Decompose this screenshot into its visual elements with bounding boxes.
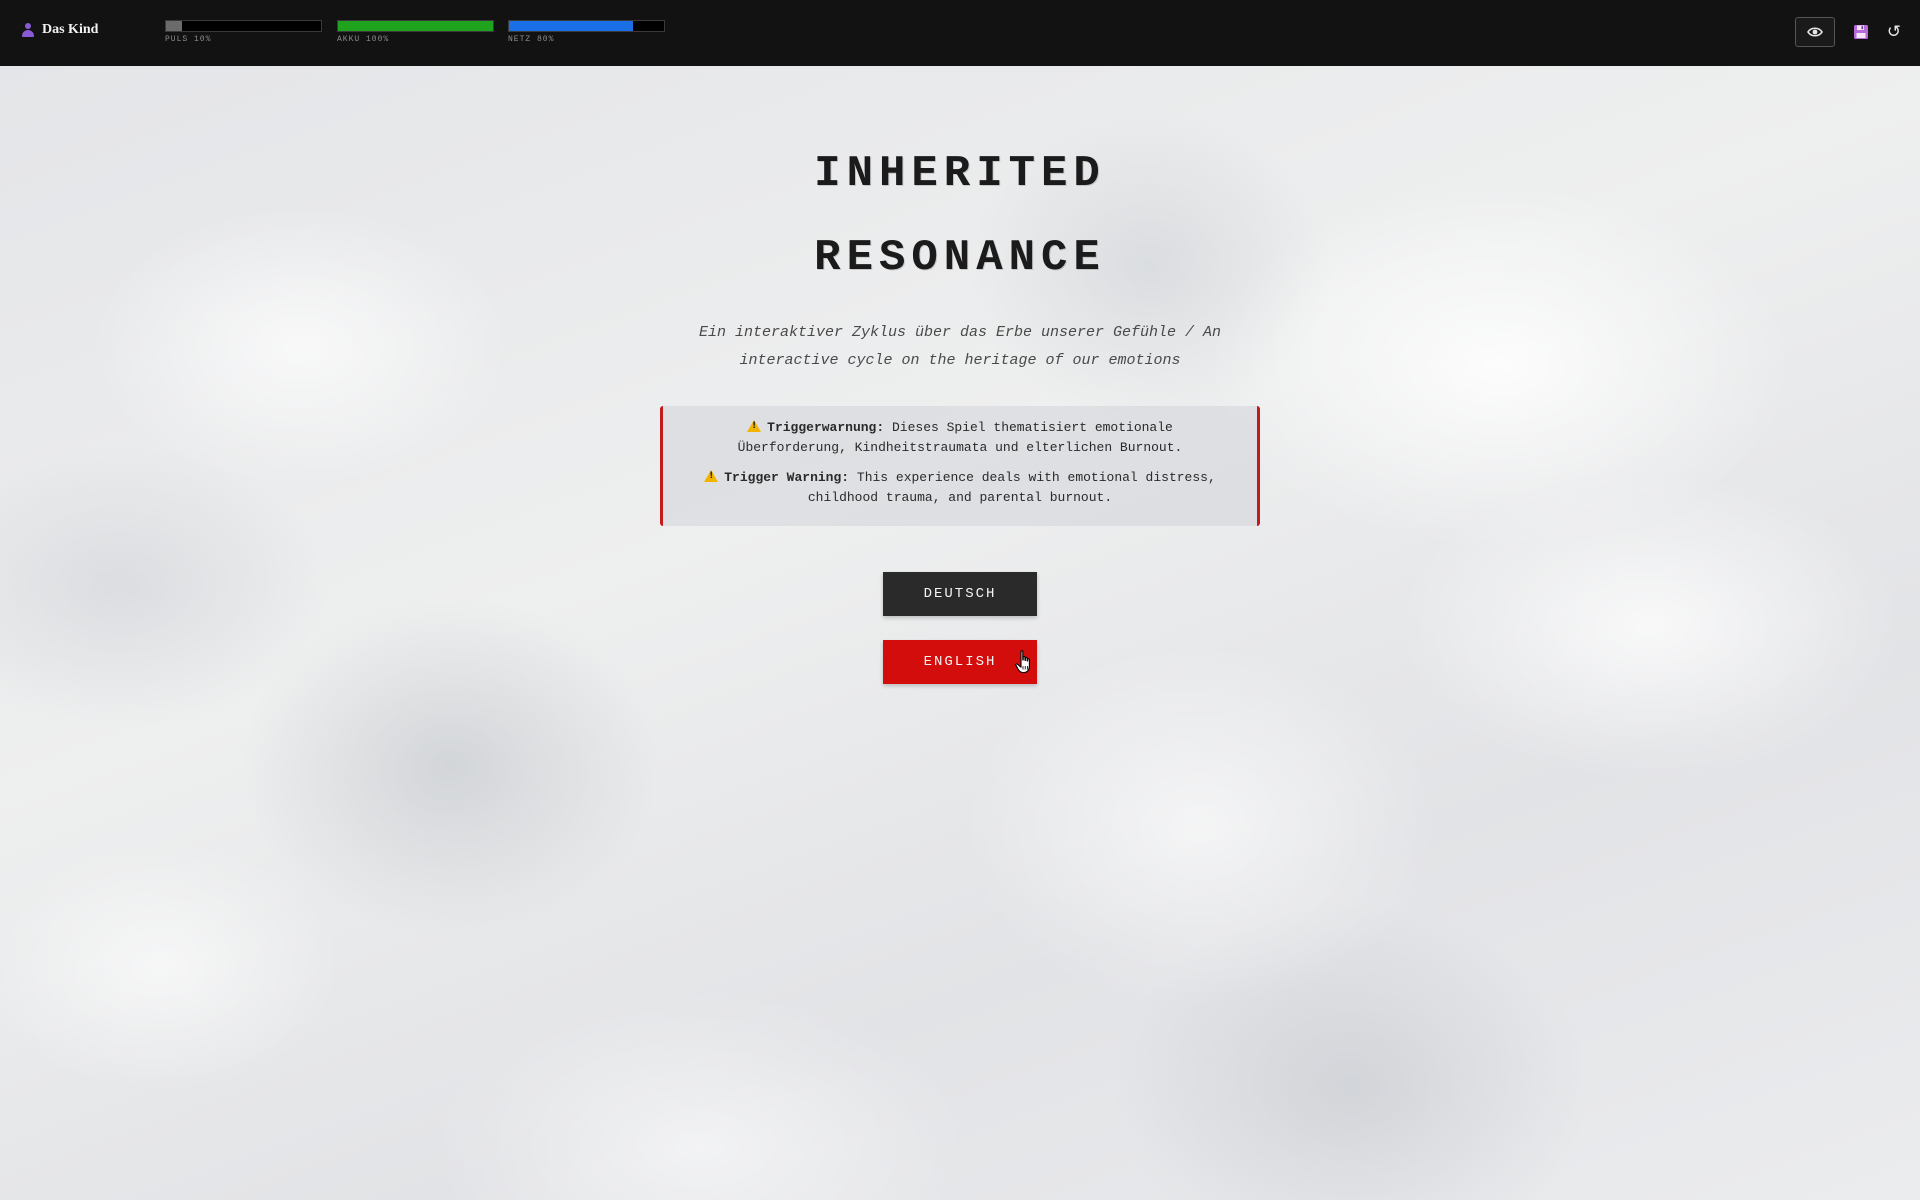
person-icon [22,23,34,37]
reset-button[interactable]: ↺ [1883,21,1905,43]
subtitle: Ein interaktiver Zyklus über das Erbe un… [698,324,1222,369]
akku-label: AKKU 100% [337,35,390,44]
start-screen: INHERITED RESONANCE Ein interaktiver Zyk… [0,66,1920,1200]
status-bar: Das Kind PULS 10% AKKU 100% NETZ 80% ↺ [0,0,1920,66]
warning-icon [704,470,719,482]
save-button[interactable] [1851,22,1871,42]
reset-icon: ↺ [1886,22,1902,42]
warning-text-en: This experience deals with emotional dis… [807,470,1216,505]
game-title: INHERITED RESONANCE [660,132,1260,300]
title-line-1: INHERITED [814,149,1106,199]
deutsch-button[interactable]: DEUTSCH [883,572,1037,616]
character-indicator: Das Kind [22,20,98,40]
eye-icon [1807,27,1823,37]
trigger-warning-box: Triggerwarnung: Dieses Spiel thematisier… [660,406,1260,526]
title-line-2: RESONANCE [814,233,1106,283]
puls-label: PULS 10% [165,35,212,44]
puls-bar-fill [166,21,182,31]
akku-bar [337,20,494,32]
trigger-warning-de: Triggerwarnung: Dieses Spiel thematisier… [703,418,1217,458]
warning-label-en: Trigger Warning: [724,470,850,485]
netz-label: NETZ 80% [508,35,555,44]
netz-bar-fill [509,21,633,31]
netz-bar [508,20,665,32]
warning-label-de: Triggerwarnung: [767,420,885,435]
stat-akku: AKKU 100% [337,20,494,44]
trigger-warning-en: Trigger Warning: This experience deals w… [703,468,1217,508]
akku-bar-fill [338,21,493,31]
toggle-view-button[interactable] [1795,17,1835,47]
puls-bar [165,20,322,32]
floppy-disk-icon [1854,25,1868,39]
warning-icon [747,420,762,432]
stat-netz: NETZ 80% [508,20,665,44]
stat-puls: PULS 10% [165,20,322,44]
character-name: Das Kind [42,22,99,37]
english-button[interactable]: ENGLISH [883,640,1037,684]
